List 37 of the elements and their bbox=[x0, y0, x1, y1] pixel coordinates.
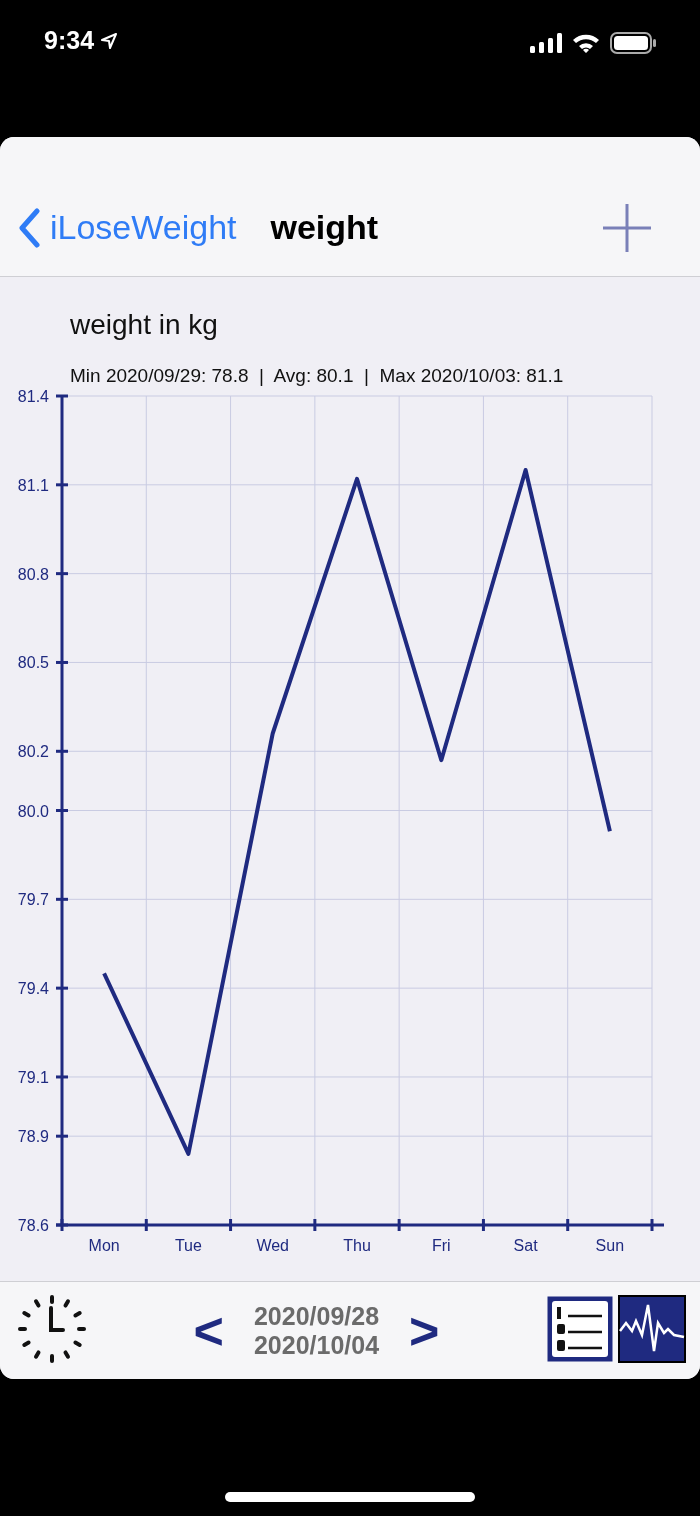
y-tick-label: 78.9 bbox=[17, 1128, 49, 1146]
range-start-date: 2020/09/28 bbox=[253, 1301, 380, 1331]
heartbeat-chart-icon bbox=[618, 1294, 686, 1363]
y-tick-label: 79.4 bbox=[17, 980, 49, 998]
screen-title: weight bbox=[270, 208, 379, 247]
numbered-list-icon bbox=[546, 1294, 614, 1363]
back-button[interactable]: iLoseWeight bbox=[18, 207, 237, 248]
x-tick-label: Sat bbox=[513, 1237, 538, 1254]
y-tick-label: 80.2 bbox=[17, 743, 49, 761]
x-tick-label: Fri bbox=[431, 1237, 451, 1254]
x-tick-label: Sun bbox=[595, 1237, 625, 1254]
plus-icon bbox=[602, 202, 652, 253]
chart-title: weight in kg bbox=[70, 309, 219, 341]
previous-week-button[interactable]: < bbox=[193, 1304, 224, 1357]
y-tick-label: 80.5 bbox=[17, 654, 49, 672]
battery-icon bbox=[610, 32, 656, 54]
signal-icon bbox=[530, 33, 562, 53]
range-end-date: 2020/10/04 bbox=[253, 1330, 380, 1360]
x-tick-label: Wed bbox=[256, 1237, 289, 1254]
next-week-button[interactable]: > bbox=[409, 1304, 440, 1357]
location-arrow-icon bbox=[100, 31, 119, 50]
y-tick-label: 81.1 bbox=[17, 476, 49, 494]
y-tick-label: 79.7 bbox=[17, 891, 49, 909]
x-tick-label: Tue bbox=[174, 1237, 202, 1254]
y-tick-label: 79.1 bbox=[17, 1068, 49, 1086]
y-tick-label: 80.8 bbox=[17, 565, 49, 583]
wifi-icon bbox=[572, 33, 600, 53]
x-tick-label: Thu bbox=[343, 1237, 371, 1254]
y-tick-label: 81.4 bbox=[17, 388, 49, 405]
x-tick-label: Mon bbox=[88, 1237, 120, 1254]
y-tick-label: 80.0 bbox=[17, 802, 49, 820]
chevron-left-icon bbox=[18, 207, 40, 248]
add-button[interactable] bbox=[602, 202, 652, 253]
y-tick-label: 78.6 bbox=[17, 1217, 49, 1234]
clock-icon bbox=[17, 1293, 87, 1364]
chart-summary: Min 2020/09/29: 78.8 | Avg: 80.1 | Max 2020/10/03: 81.1 bbox=[70, 365, 565, 387]
status-time: 9:34 bbox=[44, 26, 95, 55]
